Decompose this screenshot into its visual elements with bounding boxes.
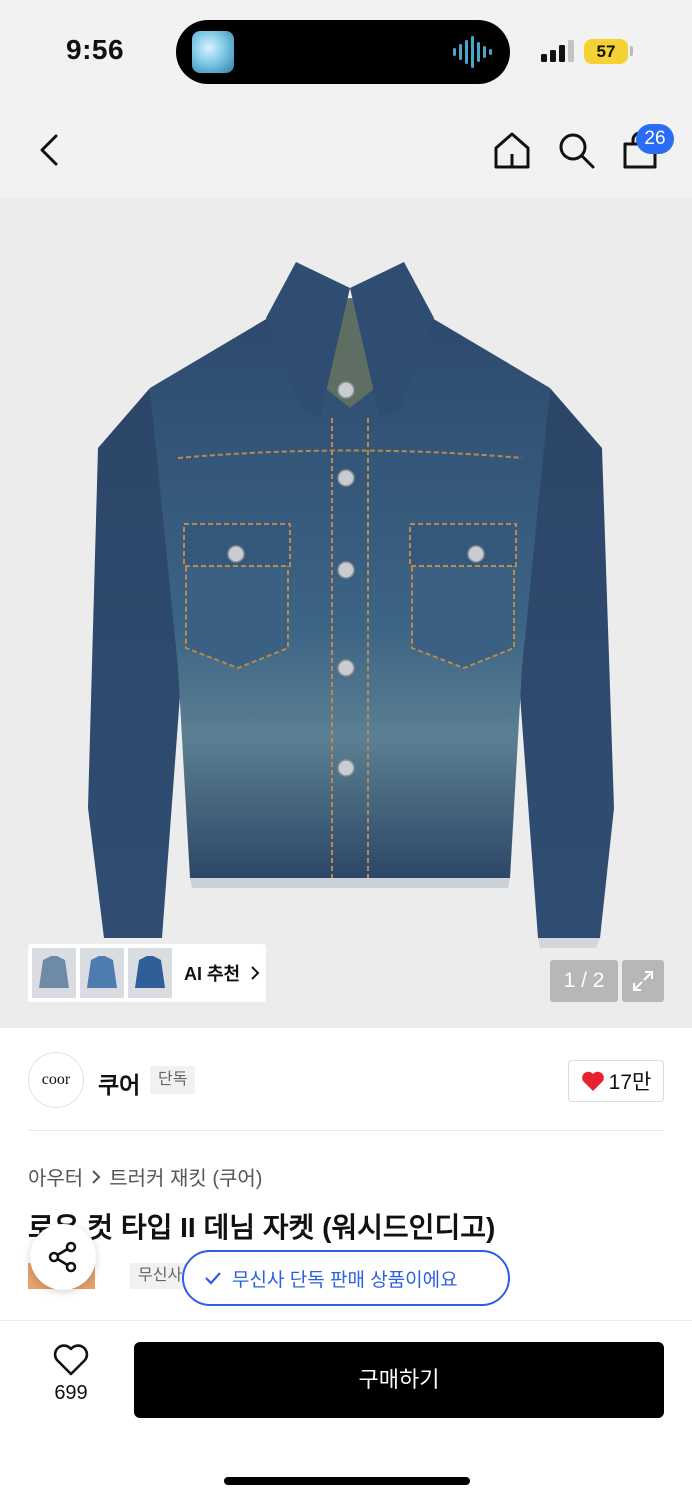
- toast-text: 무신사 단독 판매 상품이에요: [232, 1269, 458, 1291]
- wishlist-count: 699: [54, 1382, 88, 1404]
- exclusive-toast: 무신사 단독 판매 상품이에요: [182, 1250, 510, 1306]
- search-icon: [559, 133, 595, 169]
- back-button[interactable]: [28, 128, 72, 172]
- breadcrumb-category[interactable]: 아우터: [28, 1162, 83, 1191]
- recommend-thumbnail[interactable]: [80, 948, 124, 998]
- check-icon: [205, 1272, 221, 1285]
- heart-filled-icon: [581, 1071, 604, 1091]
- chevron-right-icon: [92, 1169, 101, 1184]
- audio-wave-icon: [453, 36, 492, 68]
- app-header: [0, 100, 692, 198]
- expand-image-button[interactable]: [622, 960, 664, 1002]
- divider: [0, 1320, 692, 1321]
- wishlist-button[interactable]: 699: [36, 1344, 106, 1414]
- brand-like-button[interactable]: 17만: [568, 1060, 664, 1102]
- share-button[interactable]: [30, 1224, 96, 1290]
- dynamic-island: [176, 20, 510, 84]
- product-image-carousel[interactable]: 1 / 2: [0, 198, 692, 1028]
- buy-button[interactable]: 구매하기: [134, 1342, 664, 1418]
- home-icon: [494, 132, 530, 169]
- divider: [28, 1130, 664, 1131]
- chevron-right-icon: [251, 966, 260, 980]
- cellular-signal-icon: [541, 40, 574, 62]
- search-button[interactable]: [554, 128, 598, 172]
- home-indicator: [224, 1477, 470, 1485]
- ai-recommend-strip[interactable]: AI 추천: [28, 944, 266, 1002]
- brand-name[interactable]: 쿠어: [98, 1066, 140, 1100]
- exclusive-tag: 단독: [150, 1066, 196, 1094]
- back-icon: [40, 134, 58, 166]
- share-icon: [48, 1241, 77, 1273]
- home-button[interactable]: [490, 128, 534, 172]
- recommend-thumbnail[interactable]: [32, 948, 76, 998]
- recommend-thumbnail[interactable]: [128, 948, 172, 998]
- battery-cap: [630, 46, 633, 56]
- product-photo-denim-jacket: [88, 262, 614, 948]
- brand-logo[interactable]: coor: [28, 1052, 84, 1108]
- battery-level: 57: [584, 39, 628, 64]
- ai-recommend-label: AI 추천: [184, 964, 241, 984]
- cart-count-badge: 26: [636, 124, 674, 154]
- now-playing-artwork: [192, 31, 234, 73]
- breadcrumb-subcategory[interactable]: 트러커 재킷 (쿠어): [109, 1162, 262, 1191]
- product-title: 로우 컷 타입 II 데님 자켓 (워시드인디고): [28, 1212, 496, 1243]
- heart-icon: [53, 1344, 89, 1376]
- image-page-counter: 1 / 2: [550, 960, 618, 1002]
- status-bar: 9:56 57: [0, 0, 692, 100]
- expand-icon: [633, 971, 653, 991]
- brand-like-count: 17만: [608, 1071, 652, 1094]
- breadcrumb: 아우터 트러커 재킷 (쿠어): [28, 1162, 262, 1191]
- status-time: 9:56: [66, 34, 125, 65]
